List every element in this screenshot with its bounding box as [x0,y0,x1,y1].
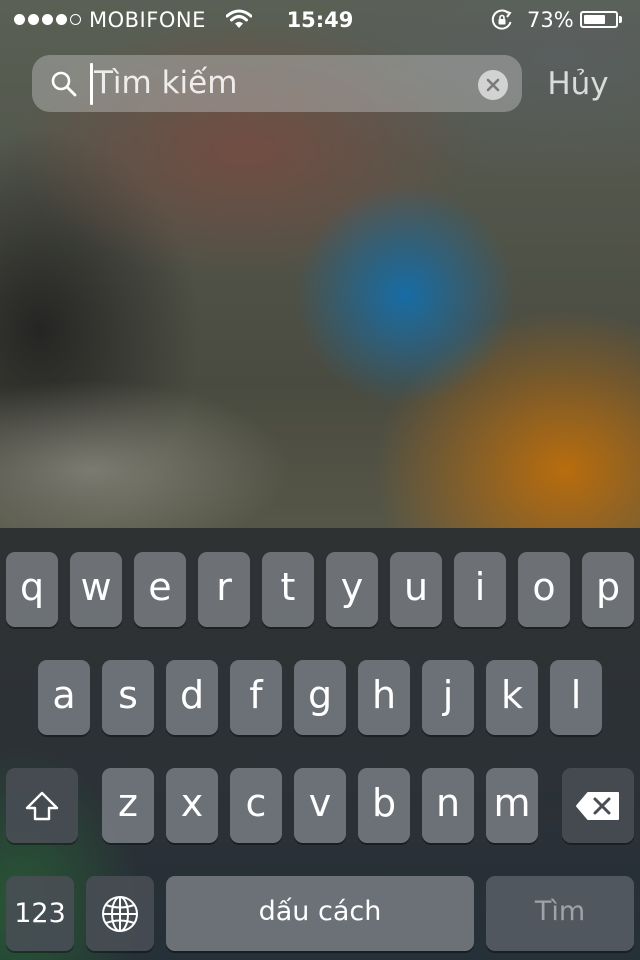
key-a[interactable]: a [38,660,90,735]
status-bar: MOBIFONE 15:49 73% [0,0,640,40]
space-key[interactable]: dấu cách [166,876,474,951]
key-c[interactable]: c [230,768,282,843]
key-j[interactable]: j [422,660,474,735]
key-h[interactable]: h [358,660,410,735]
search-input[interactable] [94,60,464,106]
key-d[interactable]: d [166,660,218,735]
key-q[interactable]: q [6,552,58,627]
globe-icon [102,895,138,932]
key-y[interactable]: y [326,552,378,627]
key-r[interactable]: r [198,552,250,627]
text-caret [90,63,93,105]
key-s[interactable]: s [102,660,154,735]
key-z[interactable]: z [102,768,154,843]
rotation-lock-icon [491,9,512,30]
key-p[interactable]: p [582,552,634,627]
backspace-key[interactable] [562,768,634,843]
clear-x-glyph [486,78,500,92]
key-g[interactable]: g [294,660,346,735]
backspace-icon [576,791,619,820]
clear-icon[interactable] [478,70,508,100]
key-u[interactable]: u [390,552,442,627]
key-f[interactable]: f [230,660,282,735]
key-v[interactable]: v [294,768,346,843]
key-o[interactable]: o [518,552,570,627]
key-w[interactable]: w [70,552,122,627]
battery-cap [619,16,622,23]
key-e[interactable]: e [134,552,186,627]
search-key[interactable]: Tìm [486,876,634,951]
battery-icon [580,11,618,28]
key-k[interactable]: k [486,660,538,735]
cancel-button[interactable]: Hủy [540,64,616,104]
key-t[interactable]: t [262,552,314,627]
key-i[interactable]: i [454,552,506,627]
key-b[interactable]: b [358,768,410,843]
shift-key[interactable] [6,768,78,843]
battery-fill [584,15,605,24]
key-n[interactable]: n [422,768,474,843]
key-x[interactable]: x [166,768,218,843]
key-m[interactable]: m [486,768,538,843]
search-icon [51,71,77,97]
key-l[interactable]: l [550,660,602,735]
numbers-key[interactable]: 123 [6,876,74,951]
shift-arrow-icon [25,791,59,820]
keyboard: q w e r t y u i o p a s d f g h j k l z … [0,528,640,960]
globe-key[interactable] [86,876,154,951]
battery-percent: 73% [527,8,574,32]
